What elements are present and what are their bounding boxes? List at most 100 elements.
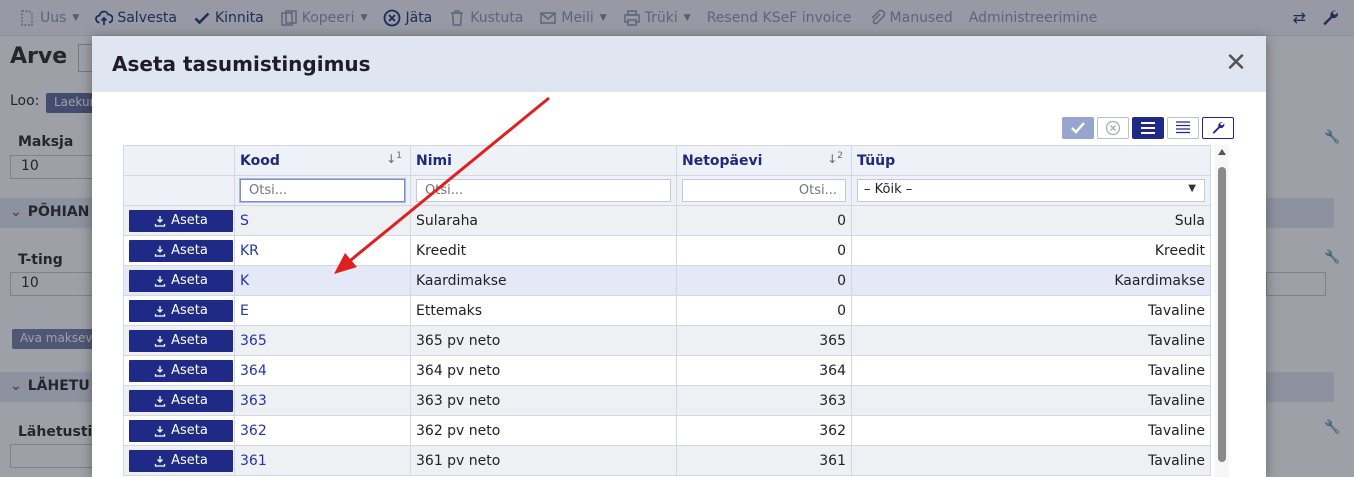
tyyp-cell: Tavaline <box>851 295 1211 326</box>
circle-x-icon <box>1105 120 1121 136</box>
netopaevi-cell: 0 <box>676 235 852 266</box>
download-icon <box>154 335 166 347</box>
expanded-view-button[interactable] <box>1167 117 1199 139</box>
table-row[interactable]: Aseta KR Kreedit 0 Kreedit <box>123 235 1211 266</box>
nimi-cell: 363 pv neto <box>410 385 677 416</box>
tyyp-cell: Kaardimakse <box>851 265 1211 296</box>
column-header-kood[interactable]: Kood ↓1 <box>234 145 411 176</box>
action-cell: Aseta <box>123 385 235 416</box>
aseta-button[interactable]: Aseta <box>129 449 233 472</box>
action-cell: Aseta <box>123 355 235 386</box>
kood-link[interactable]: 365 <box>240 333 267 349</box>
table-row[interactable]: Aseta 363 363 pv neto 363 Tavaline <box>123 385 1211 416</box>
grid-scrollbar[interactable] <box>1215 145 1229 477</box>
aseta-label: Aseta <box>171 393 208 408</box>
compact-view-button[interactable] <box>1132 117 1164 139</box>
kood-cell[interactable]: 361 <box>234 445 411 476</box>
aseta-button[interactable]: Aseta <box>129 269 233 292</box>
column-tyyp-label: Tüüp <box>857 152 896 169</box>
filter-cell-tyyp: – Kõik – ▼ <box>851 175 1211 206</box>
kood-link[interactable]: 364 <box>240 363 267 379</box>
column-nimi-label: Nimi <box>416 152 452 169</box>
aseta-button[interactable]: Aseta <box>129 299 233 322</box>
column-netopaevi-label: Netopäevi <box>682 152 763 169</box>
tyyp-filter-select[interactable]: – Kõik – ▼ <box>857 179 1205 202</box>
clear-selection-button[interactable] <box>1097 117 1129 139</box>
column-header-netopaevi[interactable]: Netopäevi ↓2 <box>676 145 852 176</box>
download-icon <box>154 395 166 407</box>
netopaevi-cell: 364 <box>676 355 852 386</box>
sort-rank: 2 <box>837 151 843 161</box>
kood-link[interactable]: S <box>240 213 249 229</box>
aseta-button[interactable]: Aseta <box>129 359 233 382</box>
action-cell: Aseta <box>123 415 235 446</box>
scroll-up-icon[interactable] <box>1218 149 1226 155</box>
netopaevi-cell: 0 <box>676 205 852 236</box>
kood-cell[interactable]: E <box>234 295 411 326</box>
kood-cell[interactable]: 364 <box>234 355 411 386</box>
close-icon[interactable]: ✕ <box>1224 50 1248 76</box>
kood-link[interactable]: KR <box>240 243 259 259</box>
netopaevi-cell: 362 <box>676 415 852 446</box>
download-icon <box>154 365 166 377</box>
column-header-tyyp[interactable]: Tüüp <box>851 145 1211 176</box>
table-row[interactable]: Aseta K Kaardimakse 0 Kaardimakse <box>123 265 1211 296</box>
action-cell: Aseta <box>123 265 235 296</box>
grid-filter-row: – Kõik – ▼ <box>123 175 1211 206</box>
sort-desc-icon[interactable]: ↓2 <box>827 151 843 166</box>
aseta-button[interactable]: Aseta <box>129 209 233 232</box>
tyyp-cell: Kreedit <box>851 235 1211 266</box>
aseta-button[interactable]: Aseta <box>129 389 233 412</box>
kood-link[interactable]: 362 <box>240 423 267 439</box>
kood-cell[interactable]: 363 <box>234 385 411 416</box>
aseta-label: Aseta <box>171 333 208 348</box>
tyyp-cell: Tavaline <box>851 385 1211 416</box>
table-row[interactable]: Aseta 362 362 pv neto 362 Tavaline <box>123 415 1211 446</box>
sort-desc-icon[interactable]: ↓1 <box>386 151 402 166</box>
aseta-label: Aseta <box>171 363 208 378</box>
filter-cell-netopaevi <box>676 175 852 206</box>
kood-link[interactable]: E <box>240 303 249 319</box>
download-icon <box>154 305 166 317</box>
scroll-thumb[interactable] <box>1218 167 1226 462</box>
aseta-button[interactable]: Aseta <box>129 329 233 352</box>
table-row[interactable]: Aseta E Ettemaks 0 Tavaline <box>123 295 1211 326</box>
column-kood-label: Kood <box>240 152 280 169</box>
action-cell: Aseta <box>123 235 235 266</box>
filter-cell-kood <box>234 175 411 206</box>
kood-link[interactable]: 363 <box>240 393 267 409</box>
action-cell: Aseta <box>123 295 235 326</box>
aseta-label: Aseta <box>171 243 208 258</box>
payment-terms-grid: Kood ↓1 Nimi Netopäevi ↓2 Tüüp Otsi... O… <box>123 145 1233 477</box>
kood-cell[interactable]: K <box>234 265 411 296</box>
download-icon <box>154 455 166 467</box>
nimi-search-input[interactable] <box>416 179 671 202</box>
kood-link[interactable]: 361 <box>240 453 267 469</box>
kood-cell[interactable]: KR <box>234 235 411 266</box>
dialog-header: Aseta tasumistingimus ✕ <box>92 36 1266 92</box>
kood-cell[interactable]: S <box>234 205 411 236</box>
netopaevi-search-input[interactable] <box>682 179 846 202</box>
nimi-cell: 364 pv neto <box>410 355 677 386</box>
action-cell: Aseta <box>123 445 235 476</box>
grid-settings-button[interactable] <box>1202 117 1234 139</box>
kood-cell[interactable]: 362 <box>234 415 411 446</box>
table-row[interactable]: Aseta 361 361 pv neto 361 Tavaline <box>123 445 1211 476</box>
tyyp-cell: Tavaline <box>851 325 1211 356</box>
confirm-selection-button[interactable] <box>1062 117 1094 139</box>
table-row[interactable]: Aseta 365 365 pv neto 365 Tavaline <box>123 325 1211 356</box>
list-icon <box>1141 122 1155 134</box>
kood-search-input[interactable] <box>240 179 405 202</box>
column-header-nimi[interactable]: Nimi <box>410 145 677 176</box>
aseta-button[interactable]: Aseta <box>129 239 233 262</box>
grid-header-row: Kood ↓1 Nimi Netopäevi ↓2 Tüüp <box>123 145 1211 176</box>
lines-icon <box>1176 121 1190 134</box>
nimi-cell: 361 pv neto <box>410 445 677 476</box>
table-row[interactable]: Aseta S Sularaha 0 Sula <box>123 205 1211 236</box>
aseta-button[interactable]: Aseta <box>129 419 233 442</box>
kood-cell[interactable]: 365 <box>234 325 411 356</box>
column-header-action <box>123 145 235 176</box>
tyyp-cell: Tavaline <box>851 355 1211 386</box>
kood-link[interactable]: K <box>240 273 249 289</box>
table-row[interactable]: Aseta 364 364 pv neto 364 Tavaline <box>123 355 1211 386</box>
